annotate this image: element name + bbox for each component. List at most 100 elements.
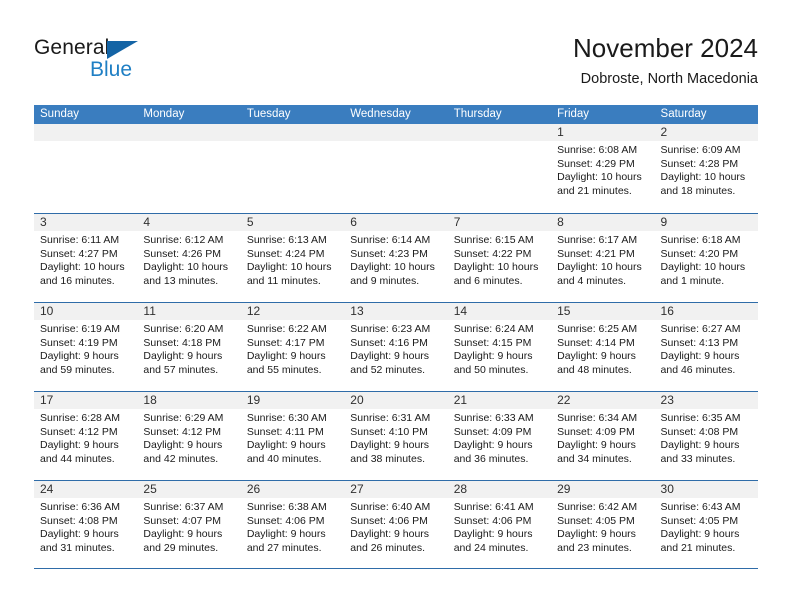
day-cell[interactable]: 17 Sunrise: 6:28 AM Sunset: 4:12 PM Dayligh… bbox=[34, 392, 138, 480]
day-cell[interactable]: 25 Sunrise: 6:37 AM Sunset: 4:07 PM Dayligh… bbox=[137, 481, 241, 568]
sunrise-text: Sunrise: 6:42 AM bbox=[557, 501, 638, 513]
day-cell[interactable]: 26 Sunrise: 6:38 AM Sunset: 4:06 PM Dayligh… bbox=[240, 481, 345, 568]
sunset-text: Sunset: 4:26 PM bbox=[143, 247, 222, 260]
day-sun-info: Sunrise: 6:13 AM Sunset: 4:24 PM Daylight:… bbox=[241, 231, 344, 288]
day-cell[interactable]: 2 Sunrise: 6:09 AM Sunset: 4:28 PM Daylight… bbox=[654, 124, 758, 213]
day-cell[interactable]: 14 Sunrise: 6:24 AM Sunset: 4:15 PM Dayligh… bbox=[447, 303, 552, 391]
daylight-text: Daylight: 9 hours and 26 minutes. bbox=[350, 528, 430, 554]
day-cell[interactable]: 10 Sunrise: 6:19 AM Sunset: 4:19 PM Dayligh… bbox=[34, 303, 138, 391]
day-cell[interactable]: 5 Sunrise: 6:13 AM Sunset: 4:24 PM Daylight… bbox=[240, 214, 345, 302]
day-sun-info: Sunrise: 6:15 AM Sunset: 4:22 PM Daylight:… bbox=[448, 231, 551, 288]
sunset-text: Sunset: 4:10 PM bbox=[350, 425, 428, 438]
calendar-week-row: 24 Sunrise: 6:36 AM Sunset: 4:08 PM Dayligh… bbox=[34, 480, 758, 569]
day-cell[interactable]: 3 Sunrise: 6:11 AM Sunset: 4:27 PM Daylight… bbox=[34, 214, 138, 302]
daylight-text: Daylight: 9 hours and 23 minutes. bbox=[557, 528, 636, 554]
day-number: 4 bbox=[137, 214, 241, 231]
sunset-text: Sunset: 4:23 PM bbox=[350, 247, 428, 260]
day-cell[interactable]: 21 Sunrise: 6:33 AM Sunset: 4:09 PM Dayligh… bbox=[447, 392, 552, 480]
sunset-text: Sunset: 4:15 PM bbox=[453, 336, 532, 349]
sunset-text: Sunset: 4:18 PM bbox=[143, 336, 222, 349]
day-number: 19 bbox=[240, 392, 345, 409]
sunset-text: Sunset: 4:05 PM bbox=[660, 514, 739, 527]
day-number: 30 bbox=[654, 481, 758, 498]
daylight-text: Daylight: 9 hours and 42 minutes. bbox=[143, 439, 223, 465]
day-cell[interactable]: 19 Sunrise: 6:30 AM Sunset: 4:11 PM Dayligh… bbox=[240, 392, 345, 480]
daylight-text: Daylight: 9 hours and 33 minutes. bbox=[660, 439, 740, 465]
day-cell-empty bbox=[34, 124, 138, 213]
sunrise-text: Sunrise: 6:27 AM bbox=[660, 323, 741, 335]
day-cell[interactable]: 1 Sunrise: 6:08 AM Sunset: 4:29 PM Daylight… bbox=[551, 124, 655, 213]
day-cell[interactable]: 16 Sunrise: 6:27 AM Sunset: 4:13 PM Dayligh… bbox=[654, 303, 758, 391]
day-cell[interactable]: 18 Sunrise: 6:29 AM Sunset: 4:12 PM Dayligh… bbox=[137, 392, 241, 480]
daylight-text: Daylight: 9 hours and 55 minutes. bbox=[246, 350, 326, 376]
daylight-text: Daylight: 10 hours and 4 minutes. bbox=[557, 261, 642, 287]
day-number: 27 bbox=[344, 481, 448, 498]
sunset-text: Sunset: 4:12 PM bbox=[143, 425, 222, 438]
day-sun-info: Sunrise: 6:34 AM Sunset: 4:09 PM Daylight:… bbox=[551, 409, 654, 466]
sunset-text: Sunset: 4:07 PM bbox=[143, 514, 222, 527]
day-cell[interactable]: 7 Sunrise: 6:15 AM Sunset: 4:22 PM Daylight… bbox=[447, 214, 552, 302]
day-cell[interactable]: 28 Sunrise: 6:41 AM Sunset: 4:06 PM Dayligh… bbox=[447, 481, 552, 568]
sunset-text: Sunset: 4:16 PM bbox=[350, 336, 428, 349]
day-cell-empty bbox=[240, 124, 345, 213]
day-sun-info: Sunrise: 6:35 AM Sunset: 4:08 PM Daylight:… bbox=[655, 409, 758, 466]
daylight-text: Daylight: 10 hours and 11 minutes. bbox=[246, 261, 332, 287]
day-sun-info: Sunrise: 6:14 AM Sunset: 4:23 PM Daylight:… bbox=[344, 231, 447, 288]
day-cell[interactable]: 29 Sunrise: 6:42 AM Sunset: 4:05 PM Dayligh… bbox=[551, 481, 655, 568]
day-number: 24 bbox=[34, 481, 138, 498]
day-sun-info: Sunrise: 6:37 AM Sunset: 4:07 PM Daylight:… bbox=[137, 498, 240, 555]
logo-text-general: General bbox=[34, 36, 110, 59]
logo-text-blue: Blue bbox=[90, 58, 133, 81]
sunset-text: Sunset: 4:12 PM bbox=[40, 425, 118, 438]
day-number: 22 bbox=[551, 392, 655, 409]
daylight-text: Daylight: 10 hours and 13 minutes. bbox=[143, 261, 229, 287]
sunset-text: Sunset: 4:20 PM bbox=[660, 247, 739, 260]
sunrise-text: Sunrise: 6:24 AM bbox=[453, 323, 534, 335]
sunrise-text: Sunrise: 6:12 AM bbox=[143, 234, 224, 246]
sunrise-text: Sunrise: 6:25 AM bbox=[557, 323, 638, 335]
day-cell[interactable]: 12 Sunrise: 6:22 AM Sunset: 4:17 PM Dayligh… bbox=[240, 303, 345, 391]
day-sun-info: Sunrise: 6:28 AM Sunset: 4:12 PM Daylight:… bbox=[34, 409, 137, 466]
day-cell[interactable]: 22 Sunrise: 6:34 AM Sunset: 4:09 PM Dayligh… bbox=[551, 392, 655, 480]
day-sun-info: Sunrise: 6:43 AM Sunset: 4:05 PM Daylight:… bbox=[655, 498, 758, 555]
day-sun-info: Sunrise: 6:33 AM Sunset: 4:09 PM Daylight:… bbox=[448, 409, 551, 466]
general-blue-logo[interactable]: General Blue bbox=[34, 36, 164, 86]
day-number: 1 bbox=[551, 124, 655, 141]
sunrise-text: Sunrise: 6:22 AM bbox=[246, 323, 327, 335]
calendar-weeks: 1 Sunrise: 6:08 AM Sunset: 4:29 PM Daylight… bbox=[34, 124, 758, 569]
calendar-week-row: 1 Sunrise: 6:08 AM Sunset: 4:29 PM Daylight… bbox=[34, 124, 758, 213]
day-number: 8 bbox=[551, 214, 655, 231]
sunset-text: Sunset: 4:09 PM bbox=[557, 425, 635, 438]
day-cell[interactable]: 24 Sunrise: 6:36 AM Sunset: 4:08 PM Dayligh… bbox=[34, 481, 138, 568]
day-cell[interactable]: 23 Sunrise: 6:35 AM Sunset: 4:08 PM Dayligh… bbox=[654, 392, 758, 480]
calendar-week-row: 3 Sunrise: 6:11 AM Sunset: 4:27 PM Daylight… bbox=[34, 213, 758, 302]
day-number: 15 bbox=[551, 303, 655, 320]
day-cell[interactable]: 20 Sunrise: 6:31 AM Sunset: 4:10 PM Dayligh… bbox=[344, 392, 448, 480]
daylight-text: Daylight: 10 hours and 6 minutes. bbox=[453, 261, 539, 287]
day-cell[interactable]: 15 Sunrise: 6:25 AM Sunset: 4:14 PM Dayligh… bbox=[551, 303, 655, 391]
sunrise-text: Sunrise: 6:41 AM bbox=[453, 501, 534, 513]
sunrise-text: Sunrise: 6:43 AM bbox=[660, 501, 741, 513]
day-cell[interactable]: 8 Sunrise: 6:17 AM Sunset: 4:21 PM Daylight… bbox=[551, 214, 655, 302]
day-cell[interactable]: 30 Sunrise: 6:43 AM Sunset: 4:05 PM Dayligh… bbox=[654, 481, 758, 568]
day-sun-info: Sunrise: 6:40 AM Sunset: 4:06 PM Daylight:… bbox=[344, 498, 447, 555]
day-cell[interactable]: 9 Sunrise: 6:18 AM Sunset: 4:20 PM Daylight… bbox=[654, 214, 758, 302]
day-number: 26 bbox=[240, 481, 345, 498]
sunrise-text: Sunrise: 6:40 AM bbox=[350, 501, 431, 513]
day-cell[interactable]: 6 Sunrise: 6:14 AM Sunset: 4:23 PM Daylight… bbox=[344, 214, 448, 302]
daylight-text: Daylight: 9 hours and 44 minutes. bbox=[40, 439, 119, 465]
calendar-page: General Blue November 2024 Dobroste, Nor… bbox=[0, 0, 792, 612]
day-cell[interactable]: 27 Sunrise: 6:40 AM Sunset: 4:06 PM Dayligh… bbox=[344, 481, 448, 568]
page-subtitle: Dobroste, North Macedonia bbox=[580, 71, 758, 87]
day-cell[interactable]: 4 Sunrise: 6:12 AM Sunset: 4:26 PM Daylight… bbox=[137, 214, 241, 302]
sunrise-text: Sunrise: 6:20 AM bbox=[143, 323, 224, 335]
day-sun-info: Sunrise: 6:24 AM Sunset: 4:15 PM Daylight:… bbox=[448, 320, 551, 377]
day-cell[interactable]: 13 Sunrise: 6:23 AM Sunset: 4:16 PM Dayligh… bbox=[344, 303, 448, 391]
sunset-text: Sunset: 4:28 PM bbox=[660, 157, 739, 170]
day-number: 10 bbox=[34, 303, 138, 320]
weekday-header-friday: Friday bbox=[557, 108, 590, 120]
day-cell[interactable]: 11 Sunrise: 6:20 AM Sunset: 4:18 PM Dayligh… bbox=[137, 303, 241, 391]
day-number: 7 bbox=[447, 214, 552, 231]
daylight-text: Daylight: 9 hours and 48 minutes. bbox=[557, 350, 636, 376]
page-header: General Blue November 2024 Dobroste, Nor… bbox=[0, 0, 792, 100]
